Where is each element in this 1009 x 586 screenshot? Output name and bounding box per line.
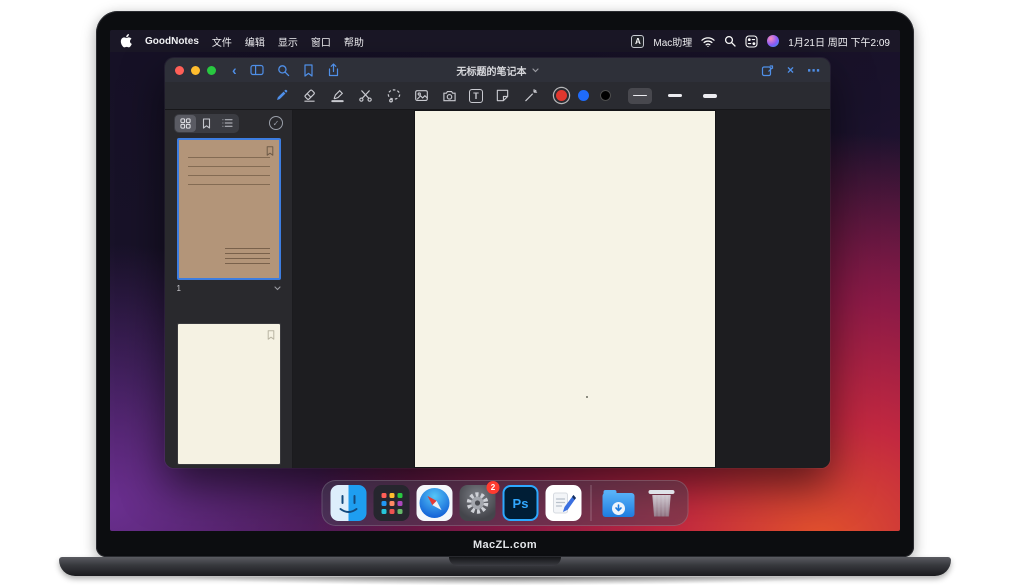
pen-color-blue[interactable] <box>578 90 589 101</box>
dock: 2 Ps <box>322 480 689 526</box>
download-arrow-icon <box>612 502 625 515</box>
chevron-down-icon <box>532 68 539 73</box>
dock-item-finder[interactable] <box>331 485 367 521</box>
laptop-lid-notch <box>449 557 561 566</box>
pen-color-red[interactable] <box>556 90 567 101</box>
sticker-tool-icon[interactable] <box>494 87 511 104</box>
bookmark-icon[interactable] <box>303 64 314 77</box>
notification-badge: 2 <box>487 481 500 494</box>
more-options-icon[interactable]: ⋯ <box>807 64 820 77</box>
view-mode-icon[interactable] <box>250 64 264 76</box>
spotlight-search-icon[interactable] <box>724 35 736 47</box>
assistant-status-label[interactable]: Mac助理 <box>653 34 692 49</box>
menu-item-edit[interactable]: 编辑 <box>245 34 265 49</box>
trash-lid-icon <box>649 490 675 494</box>
apple-logo-icon[interactable] <box>120 34 132 48</box>
minimize-window-button[interactable] <box>191 66 200 75</box>
laptop-base <box>59 557 951 576</box>
thumbnail-2-paper <box>177 323 281 465</box>
goodnotes-window: ‹ <box>165 58 830 468</box>
sidebar-view-segmented-control <box>174 114 239 133</box>
finder-face-icon <box>331 485 367 521</box>
dock-item-photoshop[interactable]: Ps <box>503 485 539 521</box>
dock-item-goodnotes[interactable] <box>546 485 582 521</box>
bezel-brand-text: MacZL.com <box>96 539 914 551</box>
window-title[interactable]: 无标题的笔记本 <box>457 58 539 82</box>
menu-item-help[interactable]: 帮助 <box>344 34 364 49</box>
stroke-width-medium[interactable] <box>663 88 687 104</box>
menu-bar: GoodNotes 文件 编辑 显示 窗口 帮助 A Mac助理 <box>110 30 900 52</box>
notebook-title-label: 无标题的笔记本 <box>457 63 527 78</box>
search-icon[interactable] <box>277 64 290 77</box>
dock-item-safari[interactable] <box>417 485 453 521</box>
launchpad-grid-icon <box>374 485 410 521</box>
desktop-wallpaper: GoodNotes 文件 编辑 显示 窗口 帮助 A Mac助理 <box>110 30 900 531</box>
image-tool-icon[interactable] <box>413 87 430 104</box>
input-source-icon[interactable]: A <box>631 35 644 48</box>
share-icon[interactable] <box>327 63 340 77</box>
window-titlebar[interactable]: ‹ <box>165 58 830 82</box>
dock-item-trash[interactable] <box>644 485 680 521</box>
photoshop-logo: Ps <box>503 485 539 521</box>
new-page-icon[interactable] <box>761 64 774 77</box>
lasso-tool-icon[interactable] <box>385 87 402 104</box>
close-window-button[interactable] <box>175 66 184 75</box>
notebook-page[interactable] <box>415 111 715 467</box>
stroke-width-thick[interactable] <box>698 88 722 104</box>
highlighter-tool-icon[interactable] <box>329 87 346 104</box>
menu-app-name[interactable]: GoodNotes <box>145 36 199 47</box>
bookmarks-view-icon[interactable] <box>196 115 217 132</box>
zoom-window-button[interactable] <box>207 66 216 75</box>
select-pages-button[interactable]: ✓ <box>269 116 283 130</box>
pen-tool-icon[interactable] <box>273 87 290 104</box>
pointer-tool-icon[interactable] <box>522 87 539 104</box>
wifi-icon[interactable] <box>701 36 715 47</box>
page-thumbnail-1[interactable] <box>177 138 281 280</box>
laptop-mockup: GoodNotes 文件 编辑 显示 窗口 帮助 A Mac助理 <box>96 11 914 557</box>
pen-color-black[interactable] <box>600 90 611 101</box>
menu-bar-clock[interactable]: 1月21日 周四 下午2:09 <box>788 34 890 49</box>
dock-item-launchpad[interactable] <box>374 485 410 521</box>
dock-item-downloads[interactable] <box>601 485 637 521</box>
laptop-shadow <box>36 577 974 586</box>
laptop-bezel: GoodNotes 文件 编辑 显示 窗口 帮助 A Mac助理 <box>96 11 914 557</box>
ink-dot-mark <box>586 396 588 398</box>
thumbnail-1-paper <box>177 138 281 280</box>
thumbnails-view-icon[interactable] <box>175 115 196 132</box>
back-button[interactable]: ‹ <box>232 63 237 77</box>
thumbnail-2-bookmark-icon[interactable] <box>267 327 275 345</box>
screenshot-root: GoodNotes 文件 编辑 显示 窗口 帮助 A Mac助理 <box>0 0 1009 586</box>
dock-separator <box>591 485 592 521</box>
menu-item-file[interactable]: 文件 <box>212 34 232 49</box>
eraser-tool-icon[interactable] <box>301 87 318 104</box>
control-center-icon[interactable] <box>745 35 758 48</box>
goodnotes-pen-paper-icon <box>549 488 579 518</box>
page-options-chevron-icon[interactable] <box>274 286 281 291</box>
pages-sidebar: ✓ <box>165 110 293 468</box>
tools-toolbar: T <box>165 82 830 110</box>
menu-item-view[interactable]: 显示 <box>278 34 298 49</box>
trash-bin-icon <box>651 495 673 517</box>
siri-icon[interactable] <box>767 35 779 47</box>
page-thumbnail-2[interactable] <box>177 323 281 465</box>
dock-item-system-preferences[interactable]: 2 <box>460 485 496 521</box>
text-tool-icon[interactable]: T <box>469 89 483 103</box>
note-canvas[interactable] <box>293 110 830 468</box>
scissors-tool-icon[interactable] <box>357 87 374 104</box>
close-tab-icon[interactable]: × <box>787 64 794 76</box>
camera-tool-icon[interactable] <box>441 87 458 104</box>
safari-compass-icon <box>420 488 450 518</box>
outline-view-icon[interactable] <box>217 115 238 132</box>
stroke-width-thin[interactable] <box>628 88 652 104</box>
menu-item-window[interactable]: 窗口 <box>311 34 331 49</box>
page-number-label: 1 <box>177 284 181 293</box>
